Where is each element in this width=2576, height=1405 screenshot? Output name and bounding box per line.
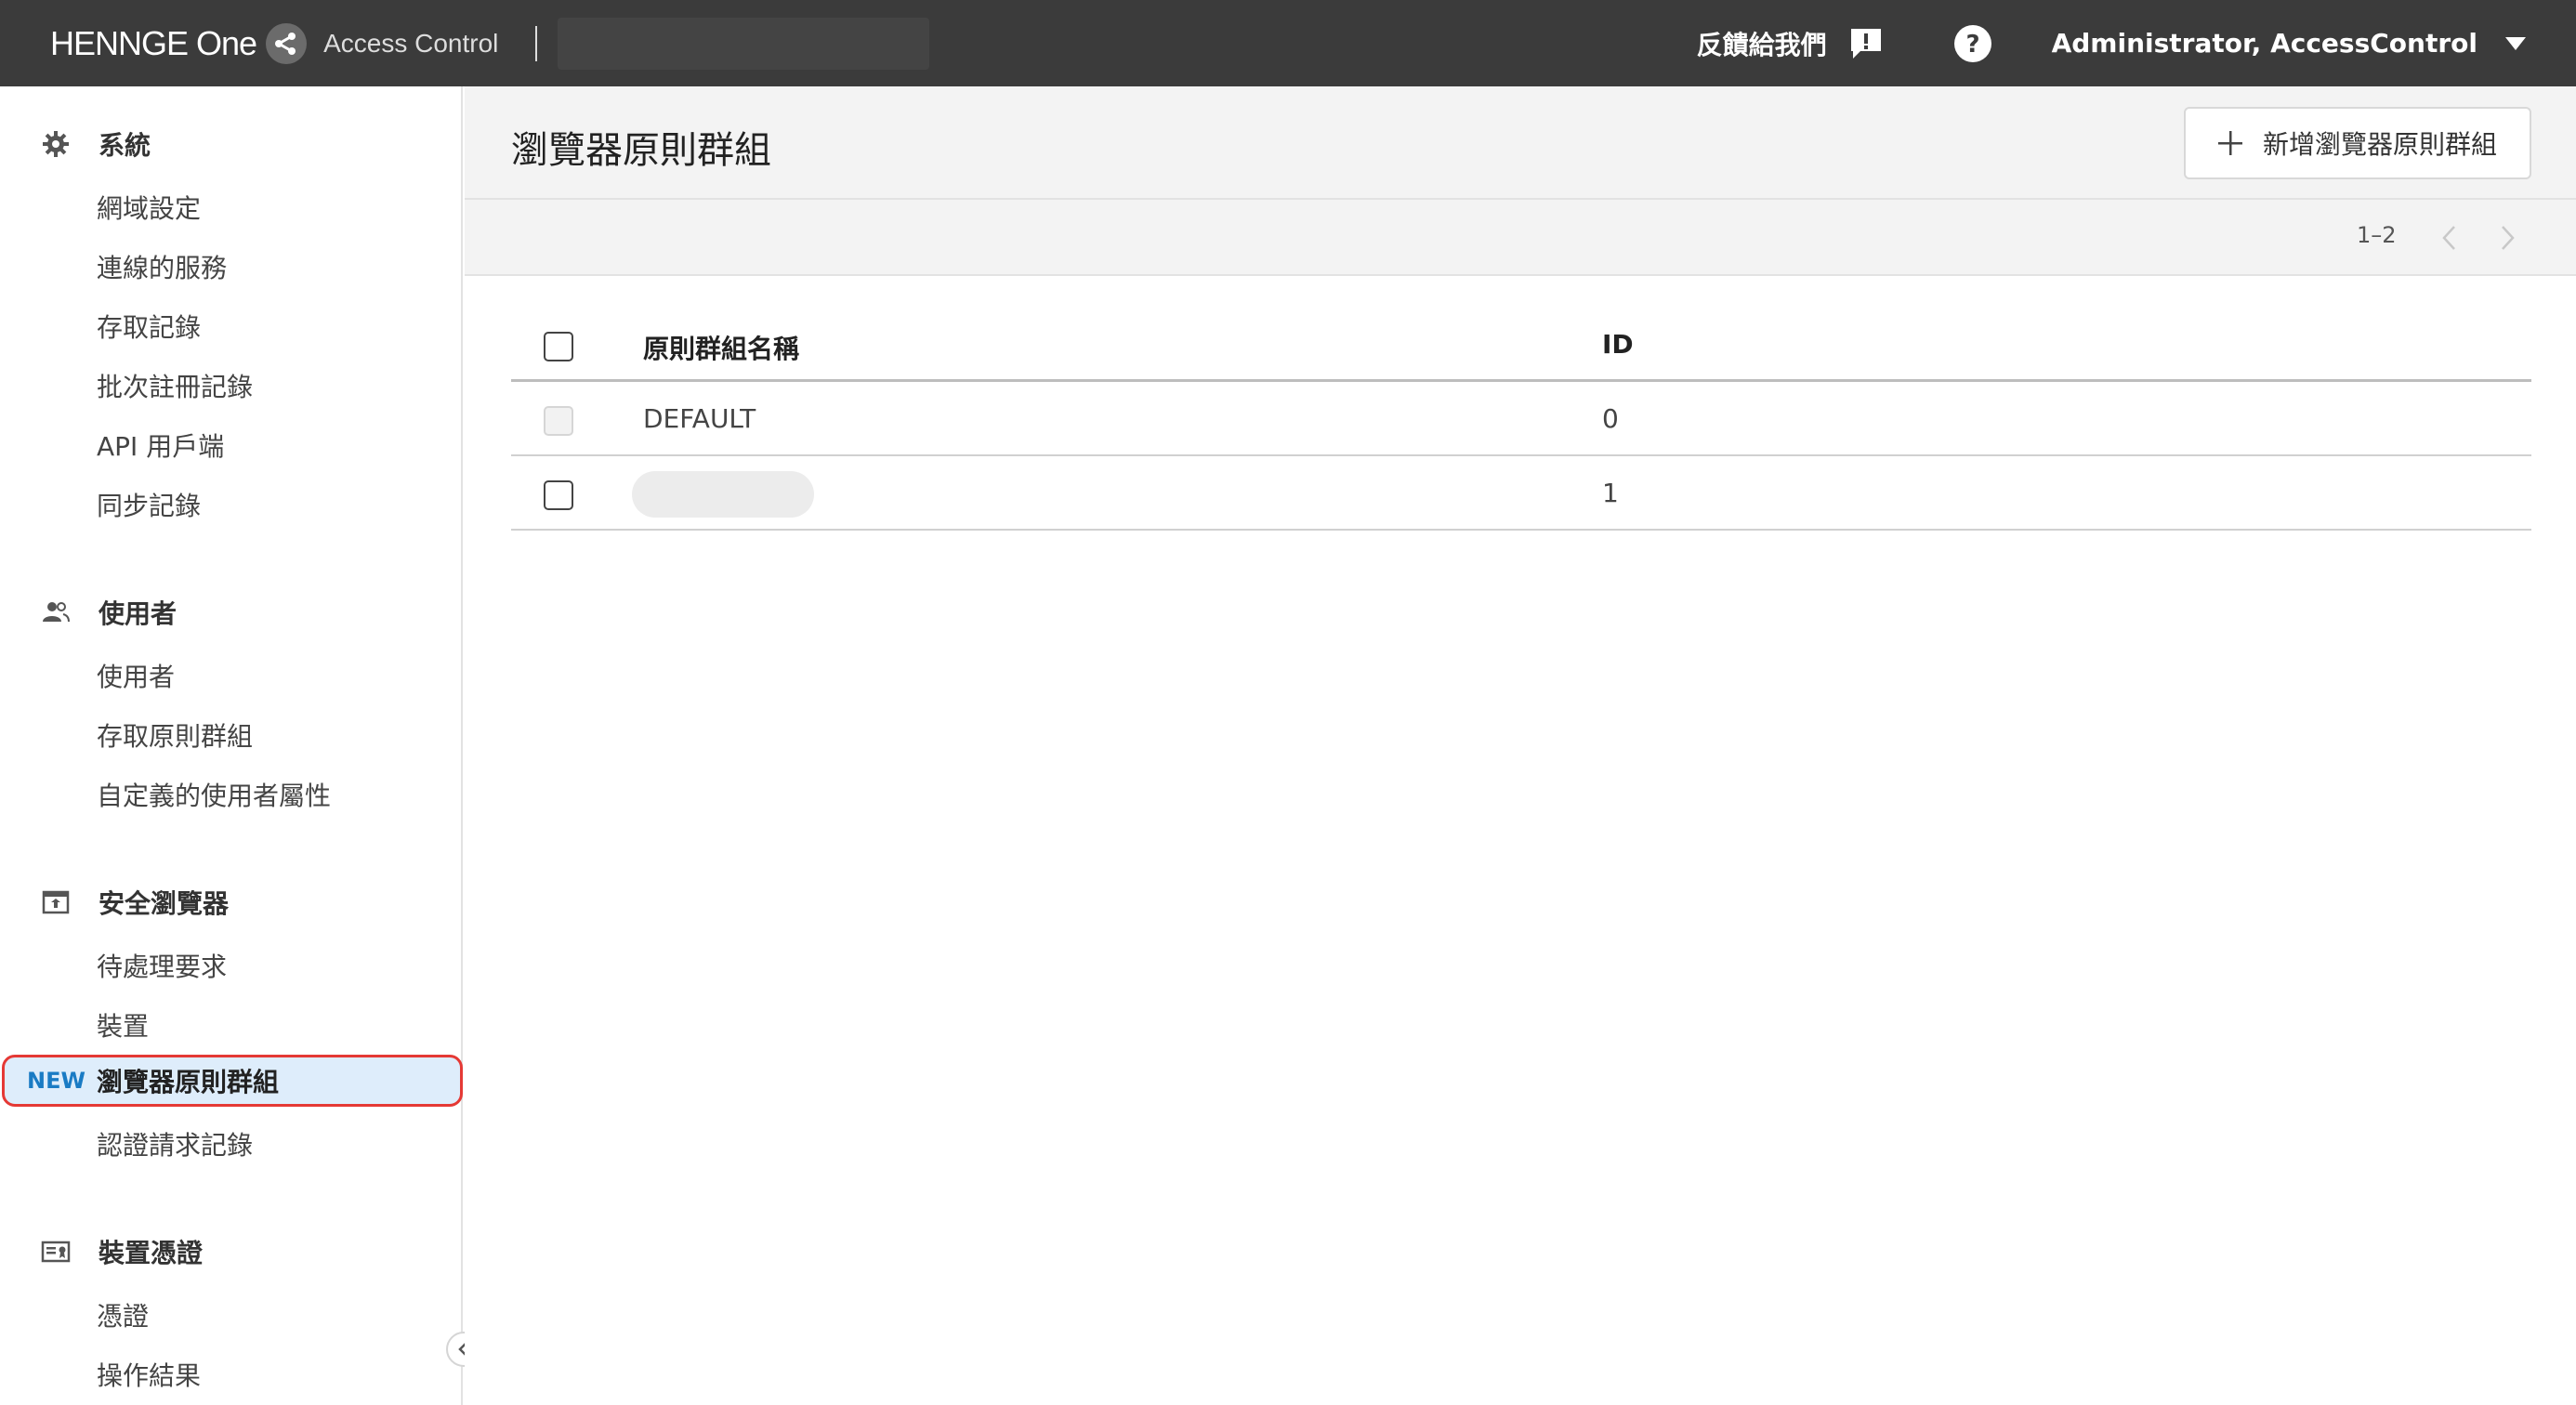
table-header-row: 原則群組名稱 ID — [511, 308, 2531, 382]
sidebar-item-connected-services[interactable]: 連線的服務 — [97, 248, 227, 285]
policy-group-id: 0 — [1602, 403, 1619, 434]
brand[interactable]: HENNGE One Access Control — [50, 0, 498, 86]
policy-groups-table: 原則群組名稱 ID DEFAULT 0 1 — [511, 308, 2531, 531]
svg-text:?: ? — [1965, 31, 1979, 59]
plus-icon — [2217, 131, 2242, 155]
sidebar-item-browser-policy-groups[interactable]: NEW 瀏覽器原則群組 — [2, 1055, 463, 1107]
brand-name: HENNGE One — [50, 23, 257, 62]
chevron-left-icon[interactable] — [2438, 224, 2461, 252]
column-header-id[interactable]: ID — [1602, 329, 1634, 360]
column-header-name[interactable]: 原則群組名稱 — [643, 329, 799, 366]
product-name: Access Control — [323, 28, 499, 58]
row-checkbox[interactable] — [544, 480, 573, 510]
sidebar-section-users: 使用者 — [41, 594, 177, 631]
user-name: Administrator, AccessControl — [2051, 28, 2477, 59]
certificate-icon — [41, 1241, 71, 1263]
sidebar-section-device-certificates: 裝置憑證 — [41, 1233, 203, 1270]
pagination-range: 1–2 — [2357, 222, 2397, 248]
sidebar-item-batch-registration-logs[interactable]: 批次註冊記錄 — [97, 367, 253, 404]
sidebar-item-api-clients[interactable]: API 用戶端 — [97, 427, 224, 464]
sidebar-item-devices[interactable]: 裝置 — [97, 1006, 149, 1044]
caret-down-icon — [2505, 36, 2526, 50]
sidebar-item-auth-request-logs[interactable]: 認證請求記錄 — [97, 1125, 253, 1162]
gear-icon — [43, 131, 69, 157]
browser-icon — [42, 890, 70, 914]
sidebar-item-access-logs[interactable]: 存取記錄 — [97, 308, 201, 345]
brand-logo-icon — [266, 22, 308, 64]
sidebar-item-users[interactable]: 使用者 — [97, 657, 175, 694]
sidebar-item-label: 瀏覽器原則群組 — [97, 1067, 280, 1097]
page-title: 瀏覽器原則群組 — [511, 129, 771, 172]
sidebar-item-domain-settings[interactable]: 網域設定 — [97, 189, 201, 226]
sidebar-section-title: 系統 — [99, 130, 151, 161]
help-icon[interactable]: ? — [1953, 24, 1992, 63]
page-header: 瀏覽器原則群組 新增瀏覽器原則群組 — [465, 86, 2576, 200]
feedback-icon — [1850, 28, 1881, 59]
policy-group-name-redacted[interactable] — [632, 471, 814, 518]
add-browser-policy-group-button[interactable]: 新增瀏覽器原則群組 — [2184, 107, 2531, 179]
table-row[interactable]: 1 — [511, 456, 2531, 531]
policy-group-id: 1 — [1602, 478, 1619, 508]
top-bar: HENNGE One Access Control 反饋給我們 ? Admini… — [0, 0, 2576, 86]
tenant-name-redacted — [558, 17, 930, 70]
policy-group-name[interactable]: DEFAULT — [643, 403, 756, 434]
sidebar-item-operation-results[interactable]: 操作結果 — [97, 1356, 201, 1393]
sidebar-item-certificates[interactable]: 憑證 — [97, 1296, 149, 1333]
sidebar-item-custom-user-attributes[interactable]: 自定義的使用者屬性 — [97, 776, 331, 813]
sidebar-item-pending-requests[interactable]: 待處理要求 — [97, 947, 227, 984]
sidebar-section-title: 使用者 — [99, 598, 177, 629]
users-icon — [43, 602, 70, 623]
sidebar: 系統 網域設定 連線的服務 存取記錄 批次註冊記錄 API 用戶端 同步記錄 使… — [0, 86, 463, 1405]
feedback-link[interactable]: 反饋給我們 — [1697, 25, 1885, 62]
sidebar-section-title: 裝置憑證 — [99, 1238, 204, 1268]
main-content: 瀏覽器原則群組 新增瀏覽器原則群組 1–2 原則群組名稱 ID DEFAULT … — [465, 86, 2576, 1405]
select-all-checkbox[interactable] — [544, 332, 573, 361]
brand-divider — [535, 25, 538, 61]
user-menu[interactable]: Administrator, AccessControl — [2052, 28, 2526, 59]
table-row[interactable]: DEFAULT 0 — [511, 382, 2531, 456]
sidebar-section-system: 系統 — [41, 125, 151, 163]
pagination-bar: 1–2 — [465, 200, 2576, 276]
new-badge: NEW — [27, 1068, 85, 1094]
sidebar-item-access-policy-groups[interactable]: 存取原則群組 — [97, 716, 253, 754]
sidebar-section-title: 安全瀏覽器 — [99, 888, 230, 919]
add-button-label: 新增瀏覽器原則群組 — [2262, 130, 2497, 159]
chevron-right-icon[interactable] — [2496, 224, 2518, 252]
sidebar-item-sync-logs[interactable]: 同步記錄 — [97, 486, 201, 523]
sidebar-section-secure-browser: 安全瀏覽器 — [41, 884, 229, 921]
top-right-actions: 反饋給我們 ? Administrator, AccessControl — [1697, 0, 2576, 86]
feedback-label: 反饋給我們 — [1696, 29, 1827, 60]
row-checkbox — [544, 406, 573, 436]
app-root: HENNGE One Access Control 反饋給我們 ? Admini… — [0, 0, 2576, 1405]
